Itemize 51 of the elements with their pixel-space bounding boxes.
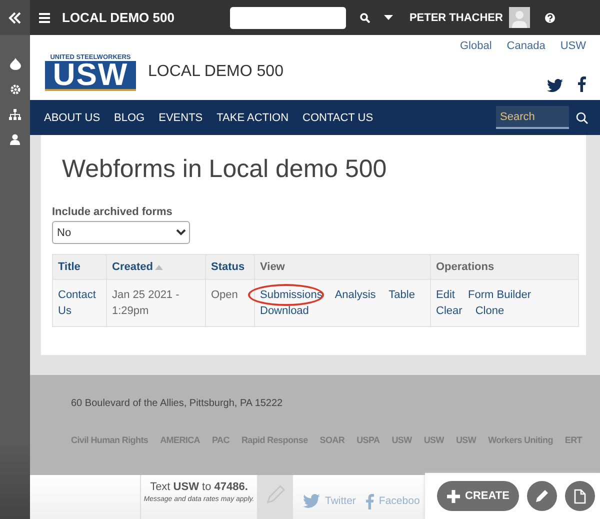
table-link[interactable]: Edit (436, 289, 455, 301)
search-field[interactable]: Search (496, 106, 569, 129)
page-title: Webforms in Local demo 500 (62, 155, 388, 184)
nav-link[interactable]: CONTACT US (302, 112, 374, 124)
caret-icon[interactable] (384, 15, 394, 20)
collapse-icon[interactable] (8, 12, 22, 24)
create-button[interactable]: CREATE (437, 481, 520, 511)
header-link[interactable]: Canada (506, 40, 546, 52)
nav-link[interactable]: BLOG (114, 112, 145, 124)
logo-mark: USW (45, 60, 136, 90)
site-title: LOCAL DEMO 500 (148, 63, 284, 81)
menu-icon[interactable] (39, 12, 50, 22)
table-link[interactable]: Clone (475, 305, 504, 317)
table-link[interactable]: Clear (436, 305, 462, 317)
archived-select[interactable]: No (52, 221, 190, 244)
site-name[interactable]: LOCAL DEMO 500 (62, 10, 174, 25)
twitter-icon[interactable] (547, 79, 563, 92)
nav-link[interactable]: EVENTS (158, 112, 203, 124)
facebook-icon[interactable] (577, 76, 586, 92)
column-header[interactable]: Created (106, 254, 206, 280)
address-text: 60 Boulevard of the Allies, Pittsburgh, PA 15222 (71, 398, 284, 409)
table-cell: Open (206, 280, 254, 326)
table-link[interactable]: Analysis (334, 289, 376, 301)
table-link[interactable]: Submissions (248, 284, 324, 306)
table-link[interactable]: Form Builder (468, 289, 531, 301)
header-link[interactable]: Global (460, 40, 492, 52)
drop-icon[interactable] (10, 58, 20, 70)
column-header[interactable]: Status (206, 254, 254, 280)
table-link[interactable]: Download (260, 305, 309, 317)
table-link[interactable]: Table (388, 289, 415, 301)
search-icon[interactable] (360, 12, 370, 22)
sort-icon (154, 265, 163, 270)
nav-link[interactable]: ABOUT US (44, 112, 100, 124)
help-icon[interactable] (544, 12, 555, 22)
edit-button[interactable] (527, 481, 558, 511)
search-icon[interactable] (576, 112, 588, 124)
page-button[interactable] (565, 481, 596, 511)
plus-icon (447, 490, 460, 502)
search-field[interactable] (230, 6, 346, 28)
user-icon[interactable] (10, 134, 20, 145)
header-link[interactable]: USW (560, 40, 586, 52)
table-cell: Jan 25 2021 - 1:29pm (106, 280, 206, 326)
sitemap-icon[interactable] (9, 109, 21, 120)
column-header: View (254, 254, 430, 280)
filter-label: Include archived forms (52, 206, 174, 218)
column-header[interactable]: Title (52, 254, 106, 280)
user-name[interactable]: PETER THACHER (409, 12, 503, 24)
page-icon (574, 488, 586, 504)
column-header: Operations (430, 254, 578, 280)
sms-text: Text USW to 47486. (149, 481, 249, 493)
nav-link[interactable]: TAKE ACTION (216, 112, 289, 124)
